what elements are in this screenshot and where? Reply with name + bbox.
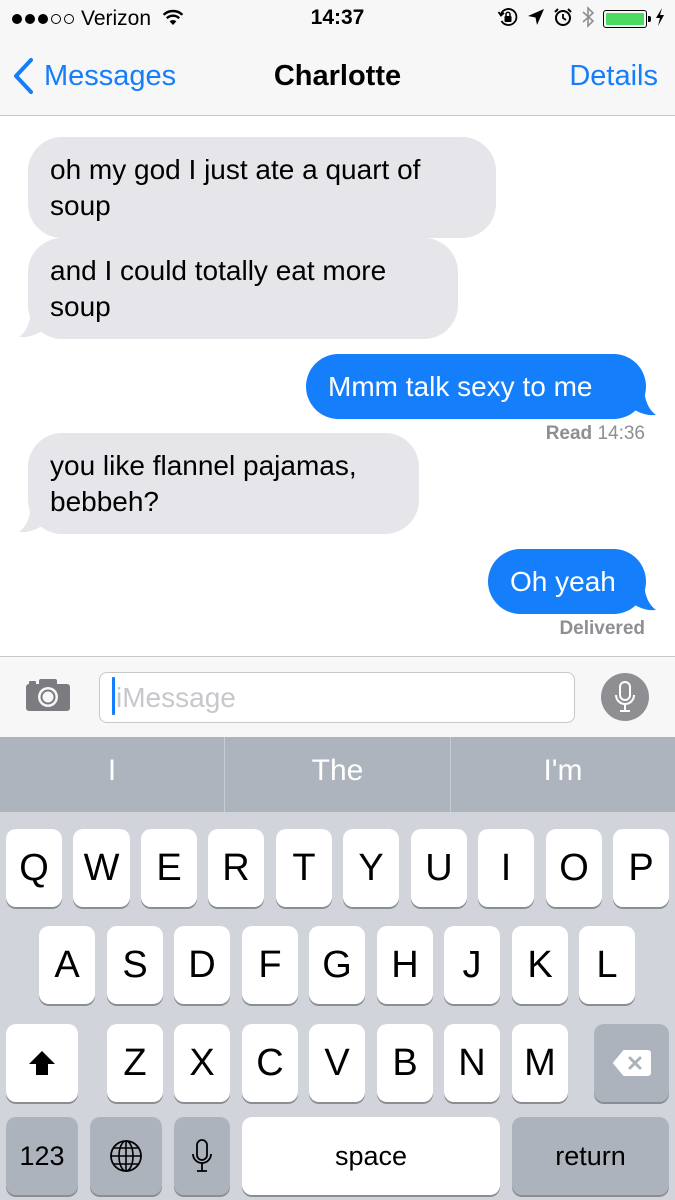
- delivered-label: Delivered: [559, 618, 645, 639]
- compose-bar: [0, 656, 675, 737]
- location-icon: [527, 8, 545, 31]
- key-s[interactable]: S: [107, 926, 163, 1004]
- battery-icon: [603, 10, 651, 28]
- key-w[interactable]: W: [73, 829, 130, 907]
- key-m[interactable]: M: [512, 1024, 568, 1102]
- text-cursor: [112, 677, 115, 715]
- backspace-icon: [612, 1050, 651, 1076]
- alarm-icon: [553, 7, 573, 32]
- bubble-tail: [630, 580, 656, 611]
- conversation-thread[interactable]: oh my god I just ate a quart of soup and…: [0, 117, 675, 656]
- key-y[interactable]: Y: [343, 829, 399, 907]
- status-bar: Verizon 14:37: [0, 0, 675, 38]
- key-o[interactable]: O: [546, 829, 602, 907]
- message-input[interactable]: [99, 672, 575, 723]
- rotation-lock-icon: [497, 6, 519, 33]
- key-k[interactable]: K: [512, 926, 568, 1004]
- microphone-icon: [615, 681, 635, 712]
- bubble-tail: [19, 502, 45, 533]
- shift-arrow-icon: [29, 1051, 55, 1075]
- key-h[interactable]: H: [377, 926, 433, 1004]
- key-b[interactable]: B: [377, 1024, 433, 1102]
- key-q[interactable]: Q: [6, 829, 62, 907]
- key-x[interactable]: X: [174, 1024, 230, 1102]
- prediction-1[interactable]: I: [0, 737, 224, 812]
- conversation-title[interactable]: Charlotte: [274, 60, 401, 92]
- keyboard: I The I'm Q W E R T Y U I O P A S D F G …: [0, 737, 675, 1200]
- delivered-receipt: Delivered: [559, 618, 645, 640]
- read-time: 14:36: [597, 423, 645, 444]
- predictive-bar: I The I'm: [0, 737, 675, 812]
- details-button[interactable]: Details: [569, 60, 658, 93]
- camera-button[interactable]: [24, 677, 72, 718]
- prediction-2[interactable]: The: [225, 737, 450, 812]
- globe-icon: [110, 1140, 142, 1172]
- key-g[interactable]: G: [309, 926, 365, 1004]
- key-t[interactable]: T: [276, 829, 332, 907]
- return-key[interactable]: return: [512, 1117, 669, 1195]
- message-bubble-outgoing[interactable]: Mmm talk sexy to me: [306, 354, 646, 419]
- key-z[interactable]: Z: [107, 1024, 163, 1102]
- message-bubble-incoming[interactable]: oh my god I just ate a quart of soup: [28, 137, 496, 238]
- message-bubble-incoming[interactable]: and I could totally eat more soup: [28, 238, 458, 339]
- read-label: Read: [545, 423, 593, 444]
- status-right: [497, 5, 665, 33]
- dictation-key[interactable]: [174, 1117, 230, 1195]
- message-bubble-incoming[interactable]: you like flannel pajamas, bebbeh?: [28, 433, 419, 534]
- bubble-tail: [19, 307, 45, 338]
- delete-key[interactable]: [594, 1024, 669, 1102]
- back-button[interactable]: Messages: [12, 56, 176, 96]
- key-p[interactable]: P: [613, 829, 669, 907]
- key-r[interactable]: R: [208, 829, 264, 907]
- bluetooth-icon: [581, 5, 595, 33]
- key-e[interactable]: E: [141, 829, 197, 907]
- numbers-key[interactable]: 123: [6, 1117, 78, 1195]
- key-i[interactable]: I: [478, 829, 534, 907]
- key-v[interactable]: V: [309, 1024, 365, 1102]
- key-c[interactable]: C: [242, 1024, 298, 1102]
- microphone-icon: [192, 1139, 212, 1172]
- back-button-label: Messages: [44, 59, 177, 92]
- space-key[interactable]: space: [242, 1117, 500, 1195]
- key-n[interactable]: N: [444, 1024, 500, 1102]
- globe-key[interactable]: [90, 1117, 162, 1195]
- key-u[interactable]: U: [411, 829, 467, 907]
- message-bubble-outgoing[interactable]: Oh yeah: [488, 549, 646, 614]
- prediction-3[interactable]: I'm: [451, 737, 675, 812]
- key-d[interactable]: D: [174, 926, 230, 1004]
- read-receipt: Read 14:36: [546, 423, 645, 445]
- key-l[interactable]: L: [579, 926, 635, 1004]
- dictation-button[interactable]: [601, 673, 649, 721]
- shift-key[interactable]: [6, 1024, 78, 1102]
- navigation-bar: Messages Charlotte Details: [0, 38, 675, 116]
- key-a[interactable]: A: [39, 926, 95, 1004]
- chevron-left-icon: [14, 58, 33, 94]
- camera-icon: [26, 679, 70, 711]
- key-f[interactable]: F: [242, 926, 298, 1004]
- charging-icon: [655, 7, 665, 31]
- bubble-tail: [630, 385, 656, 416]
- key-j[interactable]: J: [444, 926, 500, 1004]
